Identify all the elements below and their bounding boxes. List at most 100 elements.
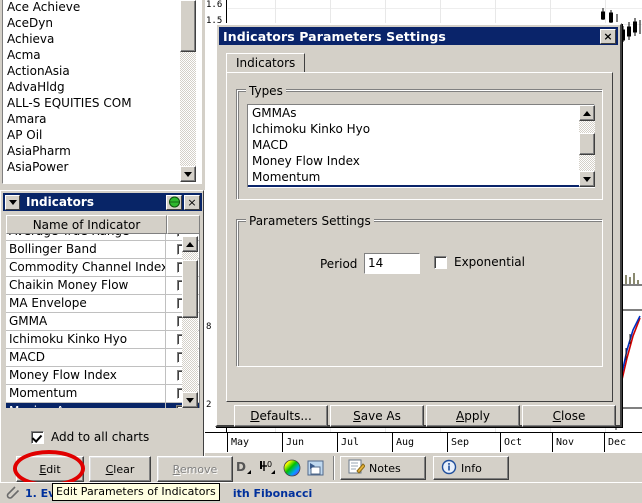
time-axis-tick: Oct bbox=[500, 433, 552, 452]
exponential-checkbox[interactable] bbox=[434, 256, 447, 269]
list-item[interactable]: Momentum bbox=[248, 169, 594, 185]
save-as-button-label: ave As bbox=[361, 409, 401, 423]
indicator-name: Momentum bbox=[6, 385, 166, 403]
scroll-down-button[interactable] bbox=[180, 166, 196, 182]
clear-button[interactable]: Clear bbox=[89, 456, 151, 482]
period-input[interactable]: 14 bbox=[364, 253, 420, 274]
info-button[interactable]: Info bbox=[433, 456, 509, 480]
list-item-selected[interactable]: Moving Average bbox=[248, 185, 594, 188]
table-row[interactable]: Momentum bbox=[6, 385, 199, 403]
table-row[interactable]: MA Envelope bbox=[6, 295, 199, 313]
scroll-up-button[interactable] bbox=[579, 105, 595, 121]
dialog-titlebar[interactable]: Indicators Parameters Settings × bbox=[219, 27, 618, 45]
list-item[interactable]: AsiaPower bbox=[3, 159, 201, 175]
table-row[interactable]: GMMA bbox=[6, 313, 199, 331]
edit-button[interactable]: Edit bbox=[16, 456, 84, 482]
indicators-parameters-dialog: Indicators Parameters Settings × Indicat… bbox=[215, 23, 622, 427]
indicator-name: GMMA bbox=[6, 313, 166, 331]
close-mnemonic: C bbox=[553, 409, 561, 423]
tab-indicators[interactable]: Indicators bbox=[226, 53, 305, 73]
close-button[interactable]: Close bbox=[522, 405, 616, 427]
table-row[interactable]: Average True Range bbox=[6, 234, 199, 241]
list-item[interactable]: AceDyn bbox=[3, 15, 201, 31]
stock-list-panel: Ace Achieve AceDyn Achieva Acma ActionAs… bbox=[0, 0, 205, 190]
list-item[interactable]: GMMAs bbox=[248, 105, 594, 121]
indicators-grid[interactable]: Average True Range Bollinger Band Commod… bbox=[6, 234, 200, 408]
panel-menu-icon[interactable] bbox=[5, 195, 20, 210]
remove-button: Remove bbox=[157, 456, 233, 482]
indicators-panel-titlebar[interactable]: Indicators × bbox=[3, 193, 202, 211]
time-axis-tick: Aug bbox=[392, 433, 447, 452]
table-row[interactable]: Bollinger Band bbox=[6, 241, 199, 259]
export-icon[interactable] bbox=[305, 458, 327, 478]
add-to-all-charts-row[interactable]: Add to all charts bbox=[31, 430, 149, 444]
column-header-name[interactable]: Name of Indicator bbox=[6, 215, 167, 234]
list-item[interactable]: ActionAsia bbox=[3, 63, 201, 79]
close-button-label: lose bbox=[561, 409, 585, 423]
indicators-panel: Indicators × Name of Indicator Average T… bbox=[0, 190, 204, 482]
scroll-up-button[interactable] bbox=[182, 236, 198, 252]
notes-button[interactable]: Notes bbox=[340, 456, 426, 480]
table-row[interactable]: Ichimoku Kinko Hyo bbox=[6, 331, 199, 349]
time-axis-tick: Jun bbox=[282, 433, 337, 452]
list-item[interactable]: Acma bbox=[3, 47, 201, 63]
indicator-name: MACD bbox=[6, 349, 166, 367]
indicator-name: Money Flow Index bbox=[6, 367, 166, 385]
scroll-down-button[interactable] bbox=[182, 392, 198, 408]
marker-icon[interactable]: 0 bbox=[257, 458, 279, 478]
types-list-scrollbar[interactable] bbox=[579, 105, 595, 187]
add-to-all-charts-checkbox[interactable] bbox=[31, 431, 44, 444]
globe-icon[interactable] bbox=[166, 195, 182, 210]
list-item[interactable]: AsiaPharm bbox=[3, 143, 201, 159]
list-item[interactable]: Ichimoku Kinko Hyo bbox=[248, 121, 594, 137]
table-row[interactable]: MACD bbox=[6, 349, 199, 367]
apply-button[interactable]: Apply bbox=[426, 405, 520, 427]
exponential-label: Exponential bbox=[454, 255, 525, 269]
parameters-settings-groupbox: Parameters Settings Period 14 Exponentia… bbox=[237, 220, 603, 367]
table-row[interactable]: Commodity Channel Index bbox=[6, 259, 199, 277]
scrollbar-thumb[interactable] bbox=[180, 0, 196, 52]
time-axis: May Jun Jul Aug Sep Oct Nov Dec bbox=[205, 432, 642, 452]
period-value: 14 bbox=[368, 256, 383, 270]
list-item[interactable]: AP Oil bbox=[3, 127, 201, 143]
list-item[interactable]: AdvaHldg bbox=[3, 79, 201, 95]
defaults-button[interactable]: Defaults... bbox=[234, 405, 328, 427]
time-axis-tick: Jul bbox=[337, 433, 392, 452]
list-item-partial[interactable] bbox=[3, 175, 201, 184]
list-item[interactable]: Ace Achieve bbox=[3, 0, 201, 15]
svg-text:D: D bbox=[236, 460, 246, 474]
list-item[interactable]: Achieva bbox=[3, 31, 201, 47]
color-wheel-icon[interactable] bbox=[281, 458, 303, 478]
list-item[interactable]: Money Flow Index bbox=[248, 153, 594, 169]
attachment-icon bbox=[4, 485, 20, 502]
table-row-selected[interactable]: Moving Average bbox=[6, 403, 199, 408]
defaults-button-label: efaults... bbox=[259, 409, 311, 423]
indicator-types-list[interactable]: GMMAs Ichimoku Kinko Hyo MACD Money Flow… bbox=[247, 104, 595, 188]
scroll-down-button[interactable] bbox=[579, 171, 595, 187]
stock-list-scrollbar[interactable] bbox=[180, 0, 196, 182]
data-d-icon[interactable]: D bbox=[233, 458, 255, 478]
remove-button-label-mnemonic: R bbox=[173, 463, 180, 476]
indicator-name: Commodity Channel Index bbox=[6, 259, 166, 277]
list-item[interactable]: Amara bbox=[3, 111, 201, 127]
scrollbar-thumb[interactable] bbox=[182, 260, 198, 318]
dialog-title: Indicators Parameters Settings bbox=[223, 29, 600, 44]
indicator-name: MA Envelope bbox=[6, 295, 166, 313]
status-message-tail[interactable]: ith Fibonacci bbox=[233, 487, 312, 500]
table-row[interactable]: Chaikin Money Flow bbox=[6, 277, 199, 295]
close-icon[interactable]: × bbox=[184, 195, 200, 210]
indicators-grid-scrollbar[interactable] bbox=[182, 236, 198, 408]
stock-symbol-list[interactable]: Ace Achieve AceDyn Achieva Acma ActionAs… bbox=[2, 0, 202, 184]
dialog-close-icon[interactable]: × bbox=[600, 29, 616, 44]
column-header-check[interactable] bbox=[167, 215, 200, 234]
scrollbar-thumb[interactable] bbox=[579, 133, 595, 155]
screen-root: 1.6 1.5 8 2 bbox=[0, 0, 642, 503]
save-as-button[interactable]: Save As bbox=[330, 405, 424, 427]
list-item[interactable]: MACD bbox=[248, 137, 594, 153]
exponential-row[interactable]: Exponential bbox=[434, 255, 525, 269]
list-item[interactable]: ALL-S EQUITIES COM bbox=[3, 95, 201, 111]
indicator-name: Moving Average bbox=[6, 403, 166, 408]
notes-label: Notes bbox=[369, 462, 401, 475]
table-row[interactable]: Money Flow Index bbox=[6, 367, 199, 385]
parameters-group-label: Parameters Settings bbox=[246, 214, 374, 228]
